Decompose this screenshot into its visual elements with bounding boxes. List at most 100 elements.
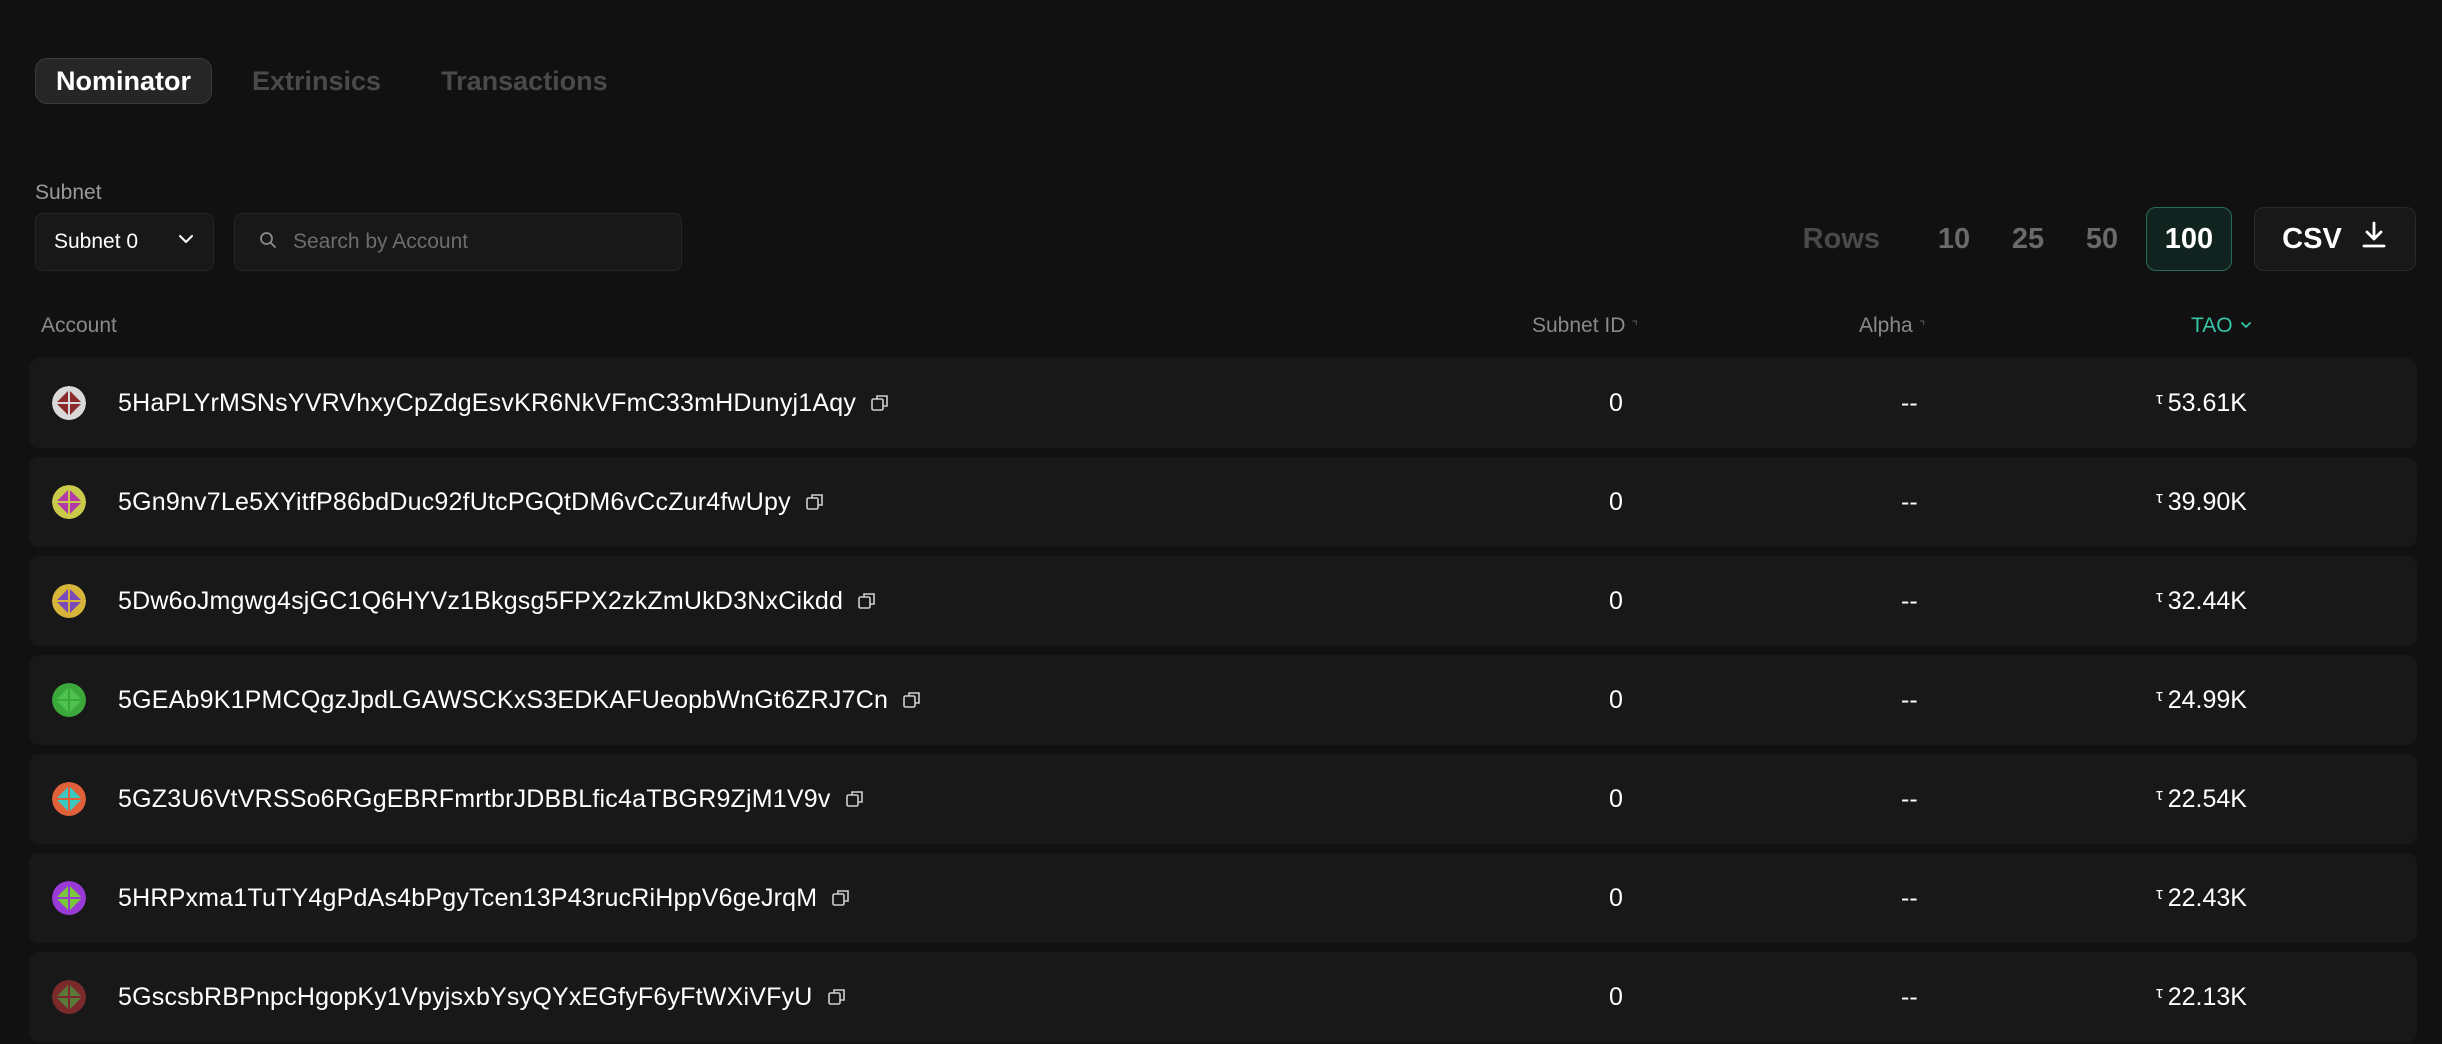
alpha-cell: -- <box>1901 586 1918 615</box>
table-row[interactable]: 5Dw6oJmgwg4sjGC1Q6HYVz1Bkgsg5FPX2zkZmUkD… <box>29 556 2417 646</box>
avatar <box>52 485 86 519</box>
avatar <box>52 584 86 618</box>
tao-cell: τ 22.54K <box>2156 754 2247 844</box>
tab-bar: Nominator Extrinsics Transactions <box>35 58 648 104</box>
avatar <box>52 386 86 420</box>
alpha-cell: -- <box>1901 685 1918 714</box>
subnet-select-value: Subnet 0 <box>54 230 139 253</box>
column-subnet-id-label: Subnet ID <box>1532 314 1626 337</box>
tao-symbol: τ <box>2156 587 2163 606</box>
rows-option-10[interactable]: 10 <box>1924 207 1984 271</box>
search-icon <box>259 231 277 254</box>
tao-cell: τ 39.90K <box>2156 457 2247 547</box>
rows-option-25[interactable]: 25 <box>1998 207 2058 271</box>
copy-icon[interactable] <box>845 789 865 809</box>
subnet-id-cell: 0 <box>1609 883 1623 912</box>
search-box <box>234 213 682 271</box>
account-cell[interactable]: 5Dw6oJmgwg4sjGC1Q6HYVz1Bkgsg5FPX2zkZmUkD… <box>118 556 877 646</box>
account-address[interactable]: 5HaPLYrMSNsYVRVhxyCpZdgEsvKR6NkVFmC33mHD… <box>118 389 856 418</box>
tao-symbol: τ <box>2156 686 2163 705</box>
avatar <box>52 683 86 717</box>
tao-cell: τ 22.43K <box>2156 853 2247 943</box>
tao-symbol: τ <box>2156 488 2163 507</box>
table-row[interactable]: 5GscsbRBPnpcHgopKy1VpyjsxbYsyQYxEGfyF6yF… <box>29 952 2417 1042</box>
csv-download-button[interactable]: CSV <box>2254 207 2416 271</box>
subnet-id-cell: 0 <box>1609 586 1623 615</box>
tao-value: 39.90K <box>2167 487 2247 516</box>
subnet-id-cell: 0 <box>1609 487 1623 516</box>
alpha-cell: -- <box>1901 784 1918 813</box>
account-cell[interactable]: 5GscsbRBPnpcHgopKy1VpyjsxbYsyQYxEGfyF6yF… <box>118 952 847 1042</box>
table-header: Account Subnet ID ⌝ Alpha ⌝ TAO <box>0 310 2442 344</box>
csv-label: CSV <box>2282 222 2342 255</box>
tao-value: 32.44K <box>2167 586 2247 615</box>
subnet-id-cell: 0 <box>1609 784 1623 813</box>
tao-cell: τ 22.13K <box>2156 952 2247 1042</box>
account-cell[interactable]: 5HRPxma1TuTY4gPdAs4bPgyTcen13P43rucRiHpp… <box>118 853 851 943</box>
table-row[interactable]: 5Gn9nv7Le5XYitfP86bdDuc92fUtcPGQtDM6vCcZ… <box>29 457 2417 547</box>
tao-value: 22.54K <box>2167 784 2247 813</box>
tao-value: 53.61K <box>2167 388 2247 417</box>
account-address[interactable]: 5GscsbRBPnpcHgopKy1VpyjsxbYsyQYxEGfyF6yF… <box>118 983 813 1012</box>
chevron-down-icon <box>177 230 195 254</box>
table-row[interactable]: 5HRPxma1TuTY4gPdAs4bPgyTcen13P43rucRiHpp… <box>29 853 2417 943</box>
column-tao[interactable]: TAO <box>2191 314 2253 338</box>
column-tao-label: TAO <box>2191 314 2233 337</box>
alpha-cell: -- <box>1901 982 1918 1011</box>
account-address[interactable]: 5Dw6oJmgwg4sjGC1Q6HYVz1Bkgsg5FPX2zkZmUkD… <box>118 587 843 616</box>
column-alpha[interactable]: Alpha ⌝ <box>1859 314 1925 338</box>
tao-symbol: τ <box>2156 389 2163 408</box>
avatar <box>52 980 86 1014</box>
account-address[interactable]: 5Gn9nv7Le5XYitfP86bdDuc92fUtcPGQtDM6vCcZ… <box>118 488 791 517</box>
account-cell[interactable]: 5GEAb9K1PMCQgzJpdLGAWSCKxS3EDKAFUeopbWnG… <box>118 655 922 745</box>
avatar <box>52 782 86 816</box>
table-row[interactable]: 5HaPLYrMSNsYVRVhxyCpZdgEsvKR6NkVFmC33mHD… <box>29 358 2417 448</box>
tab-nominator[interactable]: Nominator <box>35 58 212 104</box>
avatar <box>52 881 86 915</box>
account-cell[interactable]: 5Gn9nv7Le5XYitfP86bdDuc92fUtcPGQtDM6vCcZ… <box>118 457 825 547</box>
subnet-id-cell: 0 <box>1609 982 1623 1011</box>
copy-icon[interactable] <box>827 987 847 1007</box>
rows-label: Rows <box>1802 222 1880 255</box>
tao-symbol: τ <box>2156 785 2163 804</box>
rows-selector: Rows 10 25 50 100 <box>1803 207 2232 271</box>
account-address[interactable]: 5HRPxma1TuTY4gPdAs4bPgyTcen13P43rucRiHpp… <box>118 884 817 913</box>
alpha-cell: -- <box>1901 388 1918 417</box>
subnet-select[interactable]: Subnet 0 <box>35 213 214 271</box>
subnet-label: Subnet <box>35 181 102 204</box>
sort-icon: ⌝ <box>1631 317 1638 334</box>
column-account-label: Account <box>41 314 117 337</box>
column-alpha-label: Alpha <box>1859 314 1913 337</box>
rows-option-100[interactable]: 100 <box>2146 207 2232 271</box>
table-row[interactable]: 5GZ3U6VtVRSSo6RGgEBRFmrtbrJDBBLfic4aTBGR… <box>29 754 2417 844</box>
account-cell[interactable]: 5HaPLYrMSNsYVRVhxyCpZdgEsvKR6NkVFmC33mHD… <box>118 358 890 448</box>
sort-icon: ⌝ <box>1918 317 1926 334</box>
column-account: Account <box>41 314 117 338</box>
copy-icon[interactable] <box>870 393 890 413</box>
download-icon <box>2342 220 2388 258</box>
tao-cell: τ 32.44K <box>2156 556 2247 646</box>
copy-icon[interactable] <box>831 888 851 908</box>
alpha-cell: -- <box>1901 883 1918 912</box>
copy-icon[interactable] <box>902 690 922 710</box>
rows-option-50[interactable]: 50 <box>2072 207 2132 271</box>
tao-value: 22.13K <box>2167 982 2247 1011</box>
tao-cell: τ 53.61K <box>2156 358 2247 448</box>
table-row[interactable]: 5GEAb9K1PMCQgzJpdLGAWSCKxS3EDKAFUeopbWnG… <box>29 655 2417 745</box>
account-address[interactable]: 5GZ3U6VtVRSSo6RGgEBRFmrtbrJDBBLfic4aTBGR… <box>118 785 831 814</box>
account-cell[interactable]: 5GZ3U6VtVRSSo6RGgEBRFmrtbrJDBBLfic4aTBGR… <box>118 754 865 844</box>
tao-value: 22.43K <box>2167 883 2247 912</box>
tab-extrinsics[interactable]: Extrinsics <box>232 58 401 104</box>
tao-symbol: τ <box>2156 884 2163 903</box>
tao-symbol: τ <box>2156 983 2163 1002</box>
tao-cell: τ 24.99K <box>2156 655 2247 745</box>
alpha-cell: -- <box>1901 487 1918 516</box>
tab-transactions[interactable]: Transactions <box>421 58 628 104</box>
account-address[interactable]: 5GEAb9K1PMCQgzJpdLGAWSCKxS3EDKAFUeopbWnG… <box>118 686 888 715</box>
column-subnet-id[interactable]: Subnet ID ⌝ <box>1532 314 1638 338</box>
search-input[interactable] <box>291 229 651 255</box>
copy-icon[interactable] <box>857 591 877 611</box>
copy-icon[interactable] <box>805 492 825 512</box>
nominator-page: Nominator Extrinsics Transactions Subnet… <box>0 0 2442 1044</box>
chevron-down-icon <box>2239 318 2253 335</box>
